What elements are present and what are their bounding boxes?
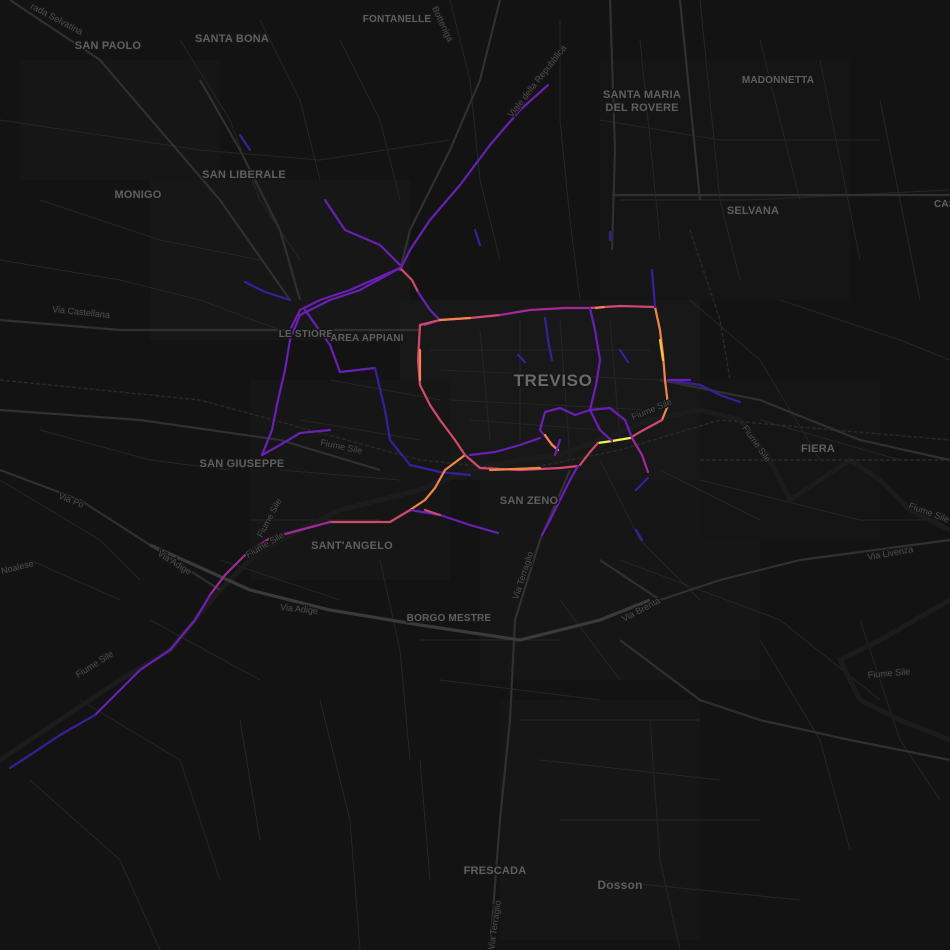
label-santangelo: SANT'ANGELO xyxy=(311,540,393,552)
label-selvana: SELVANA xyxy=(727,205,779,217)
label-borgo-mestre: BORGO MESTRE xyxy=(407,613,492,624)
traffic-map[interactable]: SAN PAOLO SANTA BONA FONTANELLE SANTA MA… xyxy=(0,0,950,950)
label-treviso: TREVISO xyxy=(514,371,593,390)
label-santa-maria-2: DEL ROVERE xyxy=(605,102,678,114)
label-frescada: FRESCADA xyxy=(464,865,527,877)
label-fontanelle: FONTANELLE xyxy=(363,14,432,25)
label-san-liberale: SAN LIBERALE xyxy=(202,169,286,181)
label-santa-maria-1: SANTA MARIA xyxy=(603,89,681,101)
label-cas: CAS xyxy=(934,199,950,210)
label-san-zeno: SAN ZENO xyxy=(500,495,559,507)
label-dosson: Dosson xyxy=(597,878,642,892)
map-canvas[interactable]: SAN PAOLO SANTA BONA FONTANELLE SANTA MA… xyxy=(0,0,950,950)
label-madonnetta: MADONNETTA xyxy=(742,75,814,86)
label-area-appiani: AREA APPIANI xyxy=(330,333,403,344)
traffic-ring-ne-hi xyxy=(594,305,606,310)
label-le-stiore: LE STIORE xyxy=(279,329,334,340)
label-fiera: FIERA xyxy=(801,443,835,455)
label-san-giuseppe: SAN GIUSEPPE xyxy=(200,458,285,470)
label-santa-bona: SANTA BONA xyxy=(195,33,269,45)
label-monigo: MONIGO xyxy=(114,189,161,201)
label-san-paolo: SAN PAOLO xyxy=(75,40,142,52)
